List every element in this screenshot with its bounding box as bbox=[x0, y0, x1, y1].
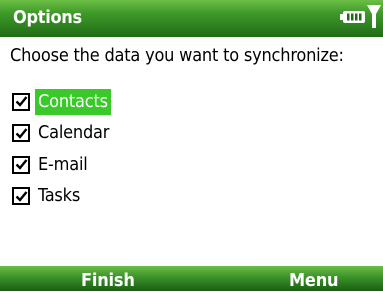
option-tasks[interactable]: Tasks bbox=[12, 181, 112, 213]
checkbox-checked-icon[interactable] bbox=[12, 187, 30, 206]
option-calendar[interactable]: Calendar bbox=[12, 118, 112, 150]
option-label: Contacts bbox=[35, 88, 111, 115]
checkbox-checked-icon[interactable] bbox=[12, 155, 30, 174]
finish-softkey[interactable]: Finish bbox=[81, 270, 135, 292]
title-bar: Options bbox=[0, 0, 383, 37]
status-icons bbox=[340, 5, 381, 31]
option-label: Calendar bbox=[38, 122, 110, 144]
checkbox-checked-icon[interactable] bbox=[12, 92, 30, 111]
option-email[interactable]: E-mail bbox=[12, 149, 112, 181]
menu-softkey[interactable]: Menu bbox=[289, 270, 339, 292]
option-label: Tasks bbox=[38, 185, 81, 207]
option-contacts[interactable]: Contacts bbox=[12, 86, 112, 118]
checkbox-checked-icon[interactable] bbox=[12, 124, 30, 143]
sync-options-list: Contacts Calendar E-mail Tasks bbox=[12, 86, 112, 212]
softkey-bar: Finish Menu bbox=[0, 266, 383, 291]
battery-icon bbox=[340, 9, 366, 28]
sync-prompt: Choose the data you want to synchronize: bbox=[10, 45, 344, 66]
option-label: E-mail bbox=[38, 153, 88, 175]
signal-icon bbox=[367, 3, 381, 33]
window-title: Options bbox=[13, 7, 82, 28]
